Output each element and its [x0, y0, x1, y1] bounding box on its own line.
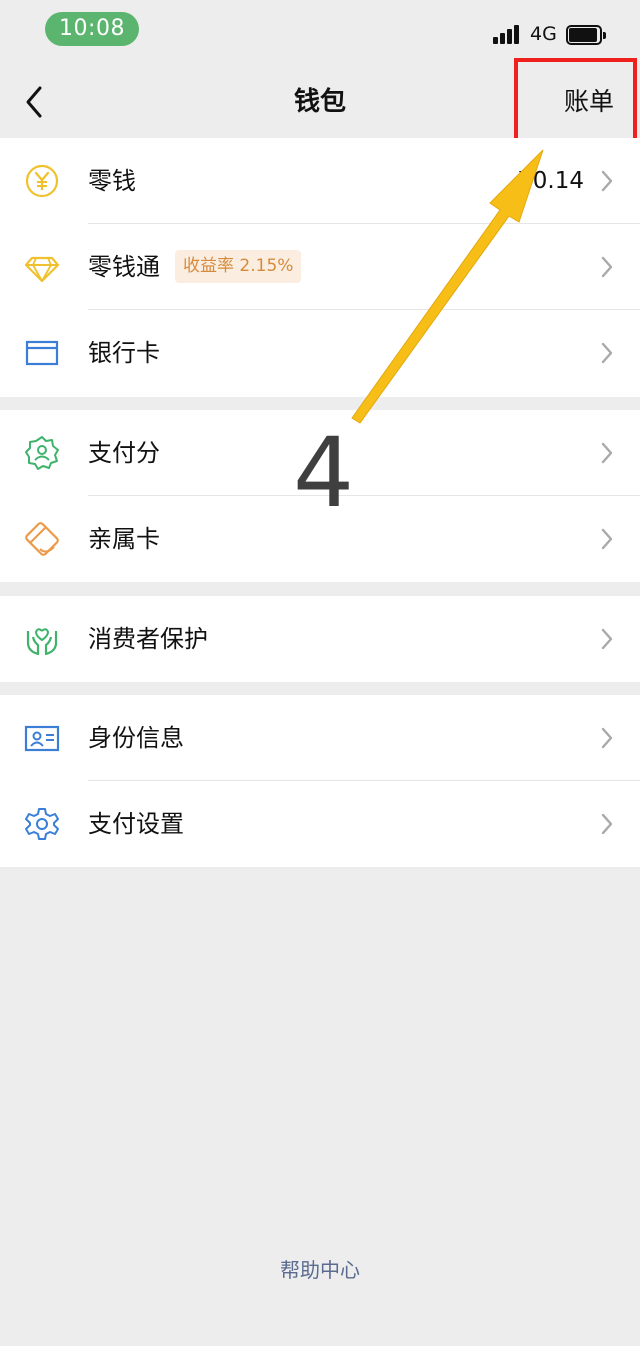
- row-label: 亲属卡: [88, 525, 160, 553]
- yuan-coin-icon: [25, 164, 59, 198]
- diamond-icon: [24, 256, 60, 283]
- row-pay-settings[interactable]: 支付设置: [0, 781, 640, 867]
- family-card-icon: [25, 522, 59, 556]
- row-label: 零钱: [88, 167, 136, 195]
- chevron-right-icon: [601, 170, 613, 192]
- change-balance: ¥0.14: [518, 168, 584, 194]
- bank-card-icon: [25, 340, 59, 366]
- pay-score-badge-icon: [25, 436, 59, 470]
- protect-hands-icon: [26, 628, 58, 656]
- status-bar: 10:08 4G: [0, 0, 640, 66]
- back-button[interactable]: [18, 82, 54, 122]
- chevron-left-icon: [26, 86, 42, 118]
- chevron-right-icon: [601, 628, 613, 650]
- wallet-group-balance: 零钱 ¥0.14 零钱通 收益率 2.15% 银行卡: [0, 138, 640, 397]
- status-time: 10:08: [45, 12, 139, 46]
- battery-icon: [566, 25, 606, 45]
- row-label: 身份信息: [88, 724, 184, 752]
- row-label: 银行卡: [88, 339, 160, 367]
- chevron-right-icon: [601, 442, 613, 464]
- nav-bar: 钱包 账单: [0, 66, 640, 138]
- bill-button[interactable]: 账单: [564, 66, 614, 138]
- row-consumer-protection[interactable]: 消费者保护: [0, 596, 640, 682]
- row-label: 支付分: [88, 439, 160, 467]
- chevron-right-icon: [601, 342, 613, 364]
- page-title: 钱包: [293, 87, 346, 117]
- gear-icon: [25, 808, 59, 840]
- row-identity-info[interactable]: 身份信息: [0, 695, 640, 781]
- row-label: 消费者保护: [88, 625, 208, 653]
- chevron-right-icon: [601, 727, 613, 749]
- signal-icon: [493, 24, 521, 44]
- step-number: 4: [293, 417, 355, 529]
- wallet-group-settings: 身份信息 支付设置: [0, 695, 640, 867]
- row-label: 零钱通: [88, 253, 160, 281]
- yield-rate-badge: 收益率 2.15%: [175, 250, 302, 283]
- row-label: 支付设置: [88, 810, 184, 838]
- chevron-right-icon: [601, 528, 613, 550]
- row-bank-card[interactable]: 银行卡: [0, 310, 640, 396]
- row-change[interactable]: 零钱 ¥0.14: [0, 138, 640, 224]
- row-change-fund[interactable]: 零钱通 收益率 2.15%: [0, 224, 640, 310]
- chevron-right-icon: [601, 813, 613, 835]
- network-type: 4G: [530, 23, 557, 45]
- wallet-group-protection: 消费者保护: [0, 596, 640, 682]
- wallet-screen: 10:08 4G 钱包 账单 零钱 ¥0.14 零钱通 收益率 2.15% 银行…: [0, 0, 640, 1346]
- help-center-link[interactable]: 帮助中心: [0, 1254, 640, 1283]
- chevron-right-icon: [601, 256, 613, 278]
- id-card-icon: [24, 725, 60, 752]
